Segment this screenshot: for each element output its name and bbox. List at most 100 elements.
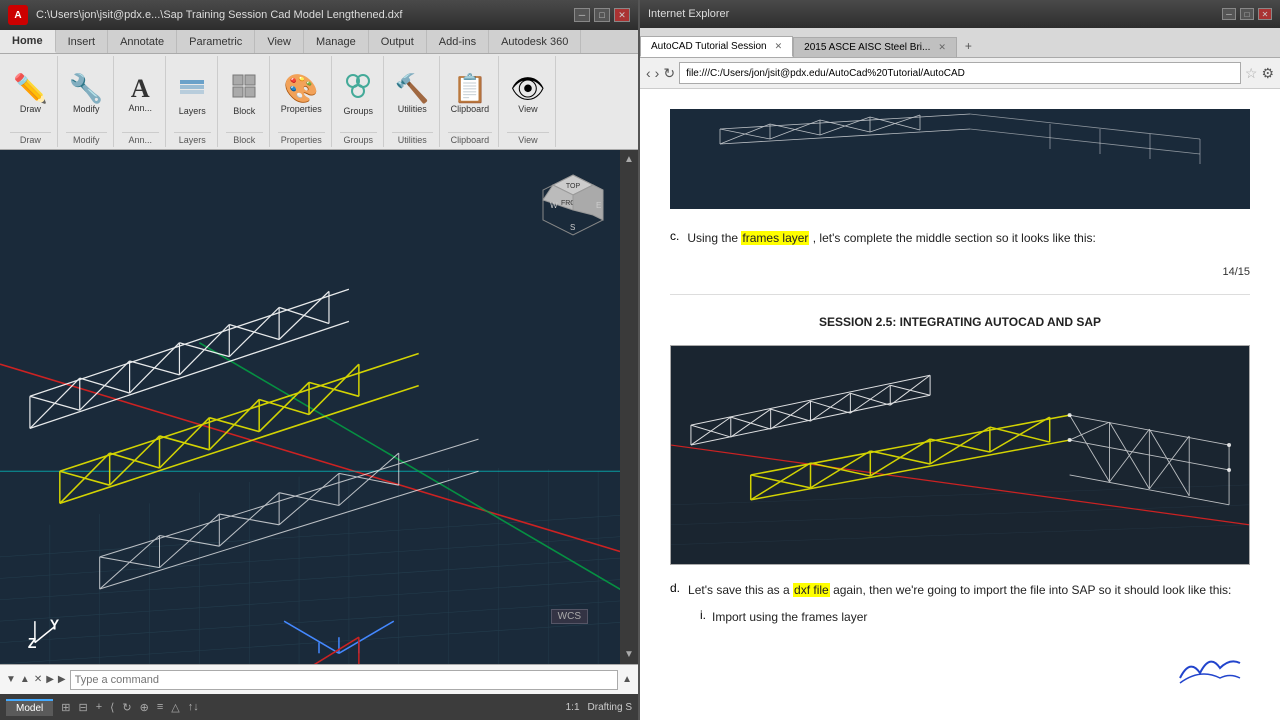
status-icon-9[interactable]: ↑↓ bbox=[188, 701, 199, 713]
properties-label: Properties bbox=[281, 104, 322, 114]
cmd-prompt-arrow: ▶ bbox=[46, 674, 54, 685]
cmd-expand[interactable]: ▲ bbox=[622, 674, 632, 685]
status-bar: Model ⊞ ⊟ + ⟨ ↻ ⊕ ≡ △ ↑↓ 1:1 Drafting S bbox=[0, 694, 638, 720]
cad-viewport[interactable]: -][Custom View][C Wirename] bbox=[0, 150, 638, 664]
block-group-label: Block bbox=[226, 132, 263, 147]
maximize-button[interactable]: □ bbox=[594, 8, 610, 22]
url-input[interactable] bbox=[679, 62, 1241, 84]
browser-titlebar: Internet Explorer ─ □ ✕ bbox=[640, 0, 1280, 28]
status-icon-4[interactable]: ⟨ bbox=[110, 701, 114, 714]
view-label: View bbox=[518, 104, 537, 114]
close-button[interactable]: ✕ bbox=[614, 8, 630, 22]
groups-label: Groups bbox=[344, 106, 374, 116]
text-c: Using the frames layer , let's complete … bbox=[687, 229, 1096, 248]
status-icon-5[interactable]: ↻ bbox=[122, 701, 131, 714]
layers-label: Layers bbox=[179, 106, 206, 116]
tab-parametric[interactable]: Parametric bbox=[177, 30, 255, 53]
browser-tab-2-close[interactable]: ✕ bbox=[938, 42, 946, 53]
paragraph-d: d. Let's save this as a dxf file again, … bbox=[670, 581, 1250, 600]
properties-group-label: Properties bbox=[278, 132, 325, 147]
annotate-icon: A bbox=[131, 76, 150, 102]
cad-tutorial-image bbox=[670, 345, 1250, 565]
command-bar: ▼ ▲ ✕ ▶ ▶ ▲ bbox=[0, 664, 638, 694]
status-icon-8[interactable]: △ bbox=[171, 701, 179, 714]
forward-button[interactable]: › bbox=[655, 65, 660, 81]
status-icon-3[interactable]: + bbox=[96, 701, 102, 713]
groups-button[interactable]: Groups bbox=[340, 69, 376, 119]
view-button[interactable]: 👁 View bbox=[507, 72, 549, 117]
command-input[interactable] bbox=[70, 670, 618, 690]
tab-home[interactable]: Home bbox=[0, 30, 56, 53]
annotate-button[interactable]: A Ann... bbox=[122, 73, 158, 116]
browser-minimize[interactable]: ─ bbox=[1222, 8, 1236, 20]
block-button[interactable]: Block bbox=[226, 69, 262, 119]
ribbon-content: ✏️ Draw Draw 🔧 Modify Modify bbox=[0, 54, 638, 149]
utilities-label: Utilities bbox=[398, 104, 427, 114]
settings-icon[interactable]: ⚙ bbox=[1261, 65, 1274, 82]
label-d: d. bbox=[670, 581, 680, 600]
ribbon-group-annotate: A Ann... Ann... bbox=[116, 56, 166, 147]
status-icon-1[interactable]: ⊞ bbox=[61, 701, 70, 714]
viewport-scrollbar[interactable]: ▲ ▼ bbox=[620, 150, 638, 664]
minimize-button[interactable]: ─ bbox=[574, 8, 590, 22]
sub-label-i: i. bbox=[700, 608, 706, 627]
browser-maximize[interactable]: □ bbox=[1240, 8, 1254, 20]
drafting-label: Drafting S bbox=[588, 702, 632, 713]
clipboard-icon: 📋 bbox=[452, 75, 487, 103]
browser-tab-2[interactable]: 2015 ASCE AISC Steel Bri... ✕ bbox=[793, 37, 957, 57]
nav-cube[interactable]: TOP FRONT W E S bbox=[538, 170, 608, 240]
ribbon-group-properties: 🎨 Properties Properties bbox=[272, 56, 332, 147]
view-icon: 👁 bbox=[510, 75, 546, 103]
tab-manage[interactable]: Manage bbox=[304, 30, 369, 53]
utilities-button[interactable]: 🔨 Utilities bbox=[392, 72, 433, 117]
browser-tab-2-label: 2015 ASCE AISC Steel Bri... bbox=[804, 42, 930, 53]
cmd-up-arrow[interactable]: ▲ bbox=[20, 674, 30, 685]
tab-view[interactable]: View bbox=[255, 30, 304, 53]
block-icon bbox=[230, 72, 258, 105]
tab-annotate[interactable]: Annotate bbox=[108, 30, 177, 53]
block-label: Block bbox=[233, 106, 255, 116]
layers-button[interactable]: Layers bbox=[174, 69, 210, 119]
tab-autodesk360[interactable]: Autodesk 360 bbox=[489, 30, 581, 53]
properties-button[interactable]: 🎨 Properties bbox=[278, 72, 325, 117]
svg-text:TOP: TOP bbox=[566, 183, 581, 190]
tab-insert[interactable]: Insert bbox=[56, 30, 109, 53]
ribbon-group-modify: 🔧 Modify Modify bbox=[60, 56, 114, 147]
cad-top-preview bbox=[670, 109, 1250, 209]
tab-addins[interactable]: Add-ins bbox=[427, 30, 489, 53]
status-icon-6[interactable]: ⊕ bbox=[140, 701, 149, 714]
autocad-logo: A bbox=[8, 5, 28, 25]
refresh-button[interactable]: ↻ bbox=[663, 65, 675, 82]
browser-content[interactable]: c. Using the frames layer , let's comple… bbox=[640, 89, 1280, 720]
modify-button[interactable]: 🔧 Modify bbox=[66, 72, 107, 117]
bookmark-icon[interactable]: ☆ bbox=[1245, 65, 1258, 82]
clipboard-button[interactable]: 📋 Clipboard bbox=[448, 72, 493, 117]
cmd-x-button[interactable]: ✕ bbox=[34, 674, 42, 685]
browser-tab-1-label: AutoCAD Tutorial Session bbox=[651, 41, 767, 52]
signature-area bbox=[670, 648, 1250, 691]
tab-bar: AutoCAD Tutorial Session ✕ 2015 ASCE AIS… bbox=[640, 28, 1280, 58]
draw-button[interactable]: ✏️ Draw bbox=[10, 72, 51, 117]
tab-output[interactable]: Output bbox=[369, 30, 427, 53]
layers-icon bbox=[178, 72, 206, 105]
modify-group-label: Modify bbox=[66, 132, 107, 147]
cad-tutorial-svg bbox=[671, 346, 1249, 564]
browser-close[interactable]: ✕ bbox=[1258, 8, 1272, 20]
browser-tab-1[interactable]: AutoCAD Tutorial Session ✕ bbox=[640, 36, 793, 57]
model-tab[interactable]: Model bbox=[6, 699, 53, 716]
clipboard-label: Clipboard bbox=[451, 104, 490, 114]
cmd-down-arrow[interactable]: ▼ bbox=[6, 674, 16, 685]
page-number: 14/15 bbox=[670, 266, 1250, 278]
back-button[interactable]: ‹ bbox=[646, 65, 651, 81]
browser-tab-1-close[interactable]: ✕ bbox=[775, 41, 783, 52]
status-icon-2[interactable]: ⊟ bbox=[78, 701, 87, 714]
page-top-image bbox=[670, 109, 1250, 209]
new-tab-button[interactable]: + bbox=[957, 35, 980, 57]
ribbon-group-clipboard: 📋 Clipboard Clipboard bbox=[442, 56, 500, 147]
dxf-file-highlight: dxf file bbox=[793, 583, 830, 597]
ribbon-group-layers: Layers Layers bbox=[168, 56, 218, 147]
clipboard-group-label: Clipboard bbox=[448, 132, 493, 147]
ribbon-group-utilities: 🔨 Utilities Utilities bbox=[386, 56, 440, 147]
svg-text:Y: Y bbox=[50, 617, 60, 634]
status-icon-7[interactable]: ≡ bbox=[157, 701, 163, 713]
